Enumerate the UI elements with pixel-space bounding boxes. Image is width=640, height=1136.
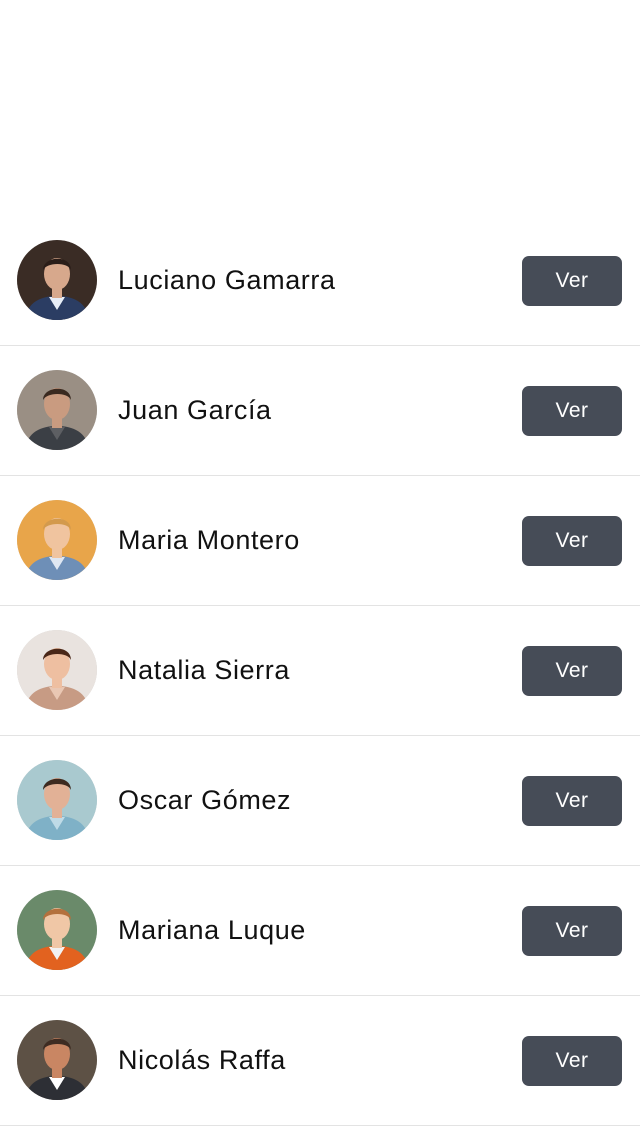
person-photo-icon: [17, 1020, 97, 1100]
avatar: [17, 500, 97, 580]
contact-name: Juan García: [118, 395, 272, 425]
top-blank-area: [0, 0, 640, 216]
ver-button[interactable]: Ver: [522, 386, 622, 436]
contact-row: Luciano Gamarra Ver: [0, 216, 640, 346]
avatar: [17, 370, 97, 450]
person-photo-icon: [17, 890, 97, 970]
avatar: [17, 240, 97, 320]
ver-button[interactable]: Ver: [522, 646, 622, 696]
ver-button[interactable]: Ver: [522, 1036, 622, 1086]
contact-name: Luciano Gamarra: [118, 265, 336, 295]
ver-button[interactable]: Ver: [522, 776, 622, 826]
contact-row: Oscar Gómez Ver: [0, 736, 640, 866]
contact-row: Maria Montero Ver: [0, 476, 640, 606]
contact-row: Natalia Sierra Ver: [0, 606, 640, 736]
contact-name: Oscar Gómez: [118, 785, 292, 815]
contact-name: Natalia Sierra: [118, 655, 290, 685]
contact-name: Nicolás Raffa: [118, 1045, 286, 1075]
ver-button[interactable]: Ver: [522, 256, 622, 306]
contact-row: Juan García Ver: [0, 346, 640, 476]
person-photo-icon: [17, 500, 97, 580]
ver-button[interactable]: Ver: [522, 906, 622, 956]
person-photo-icon: [17, 240, 97, 320]
contact-name: Mariana Luque: [118, 915, 306, 945]
avatar: [17, 630, 97, 710]
person-photo-icon: [17, 760, 97, 840]
avatar: [17, 1020, 97, 1100]
person-photo-icon: [17, 630, 97, 710]
avatar: [17, 760, 97, 840]
person-photo-icon: [17, 370, 97, 450]
contact-list: Luciano Gamarra Ver Juan García Ver Mari…: [0, 216, 640, 1126]
contact-name: Maria Montero: [118, 525, 300, 555]
contact-row: Nicolás Raffa Ver: [0, 996, 640, 1126]
avatar: [17, 890, 97, 970]
ver-button[interactable]: Ver: [522, 516, 622, 566]
contact-row: Mariana Luque Ver: [0, 866, 640, 996]
contacts-screen: Luciano Gamarra Ver Juan García Ver Mari…: [0, 0, 640, 1136]
